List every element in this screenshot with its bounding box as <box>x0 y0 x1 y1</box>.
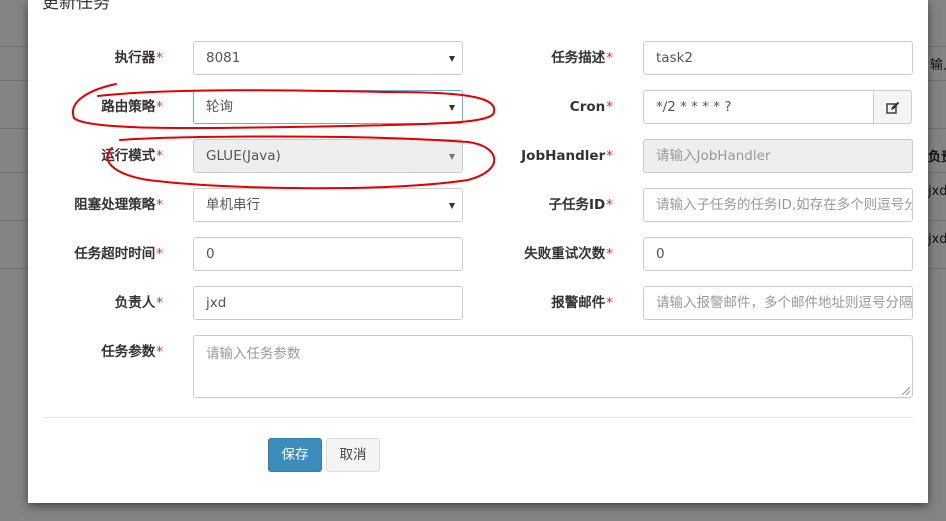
params-label: 任务参数* <box>101 344 163 360</box>
modal-title: 更新任务 <box>42 0 110 13</box>
child-job-label: 子任务ID* <box>548 197 613 213</box>
run-mode-select: GLUE(Java) <box>193 139 463 173</box>
cron-edit-button[interactable] <box>873 90 912 124</box>
retry-count-input[interactable]: 0 <box>643 237 913 271</box>
executor-select[interactable]: 8081 <box>193 41 463 75</box>
block-strategy-select[interactable]: 单机串行 <box>193 188 463 222</box>
jobhandler-input: 请输入JobHandler <box>643 139 913 173</box>
alarm-email-label: 报警邮件* <box>551 295 613 311</box>
cron-label: Cron* <box>569 99 613 115</box>
timeout-label: 任务超时时间* <box>74 246 163 262</box>
resize-grip-icon[interactable] <box>902 387 910 395</box>
executor-label: 执行器* <box>114 50 163 66</box>
form-row: 阻塞处理策略* 单机串行 子任务ID* 请输入子任务的任务ID,如存在多个则逗号… <box>28 188 928 222</box>
params-textarea[interactable]: 请输入任务参数 <box>193 335 913 398</box>
block-strategy-label: 阻塞处理策略* <box>74 197 163 213</box>
form-row: 任务超时时间* 0 失败重试次数* 0 <box>28 237 928 271</box>
form-row: 负责人* jxd 报警邮件* 请输入报警邮件，多个邮件地址则逗号分隔 <box>28 286 928 320</box>
cancel-button[interactable]: 取消 <box>326 438 380 472</box>
update-task-modal: 更新任务 执行器* 8081 任务描述* task2 路由策略* 轮询 Cron… <box>28 0 928 503</box>
params-placeholder: 请输入任务参数 <box>206 346 301 362</box>
timeout-input[interactable]: 0 <box>193 237 463 271</box>
route-strategy-select[interactable]: 轮询 <box>193 90 463 124</box>
form-row: 运行模式* GLUE(Java) JobHandler* 请输入JobHandl… <box>28 139 928 173</box>
edit-icon <box>886 101 900 114</box>
form-row: 执行器* 8081 任务描述* task2 <box>28 41 928 75</box>
chevron-down-icon <box>449 105 455 111</box>
alarm-email-input[interactable]: 请输入报警邮件，多个邮件地址则逗号分隔 <box>643 286 913 320</box>
save-button[interactable]: 保存 <box>268 438 322 472</box>
cron-input[interactable]: */2 * * * * ? <box>643 90 874 124</box>
form-row: 路由策略* 轮询 Cron* */2 * * * * ? <box>28 90 928 124</box>
chevron-down-icon <box>449 203 455 209</box>
footer-divider <box>43 417 913 418</box>
route-strategy-label: 路由策略* <box>101 99 163 115</box>
task-desc-label: 任务描述* <box>551 50 613 66</box>
chevron-down-icon <box>449 56 455 62</box>
run-mode-label: 运行模式* <box>101 148 163 164</box>
task-desc-input[interactable]: task2 <box>643 41 913 75</box>
retry-count-label: 失败重试次数* <box>524 246 613 262</box>
chevron-down-icon <box>449 154 455 160</box>
child-job-input[interactable]: 请输入子任务的任务ID,如存在多个则逗号分隔 <box>643 188 913 222</box>
owner-label: 负责人* <box>114 295 163 311</box>
owner-input[interactable]: jxd <box>193 286 463 320</box>
jobhandler-label: JobHandler* <box>521 148 613 164</box>
